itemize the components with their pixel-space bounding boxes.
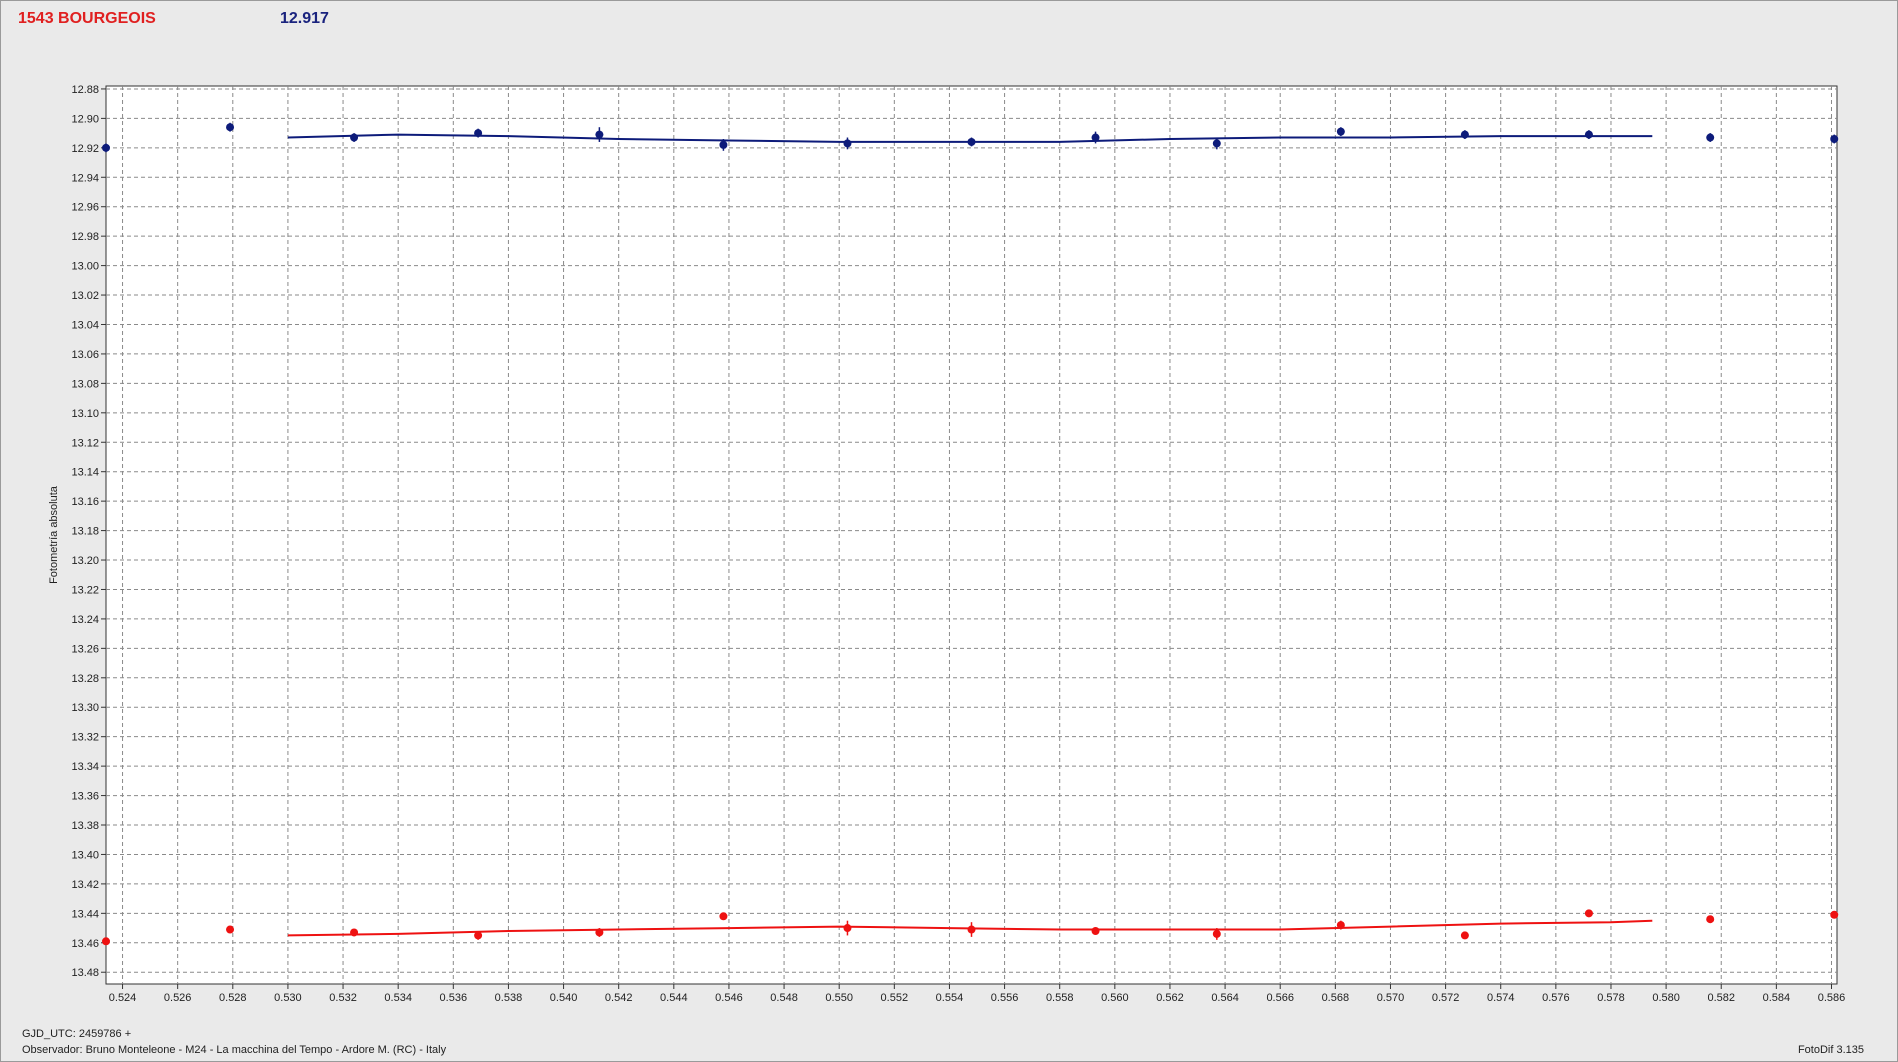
data-point: [595, 131, 603, 139]
data-point: [1585, 909, 1593, 917]
data-point: [1706, 915, 1714, 923]
x-tick-label: 0.546: [715, 992, 743, 1004]
x-tick-label: 0.556: [991, 992, 1019, 1004]
x-tick-label: 0.558: [1046, 992, 1074, 1004]
y-tick-label: 13.38: [71, 820, 99, 832]
plot-area: [106, 86, 1837, 984]
light-curve-chart: 0.524 0.526 0.528 0.530 0.532 0.534 0.536 0.538…: [0, 0, 1898, 1062]
data-point: [1092, 927, 1100, 935]
y-tick-label: 13.06: [71, 349, 99, 361]
x-tick-label: 0.566: [1266, 992, 1294, 1004]
data-point: [226, 926, 234, 934]
x-tick-label: 0.580: [1652, 992, 1680, 1004]
x-tick-label: 0.552: [881, 992, 909, 1004]
data-point: [226, 123, 234, 131]
data-point: [719, 912, 727, 920]
x-tick-label: 0.564: [1211, 992, 1239, 1004]
y-tick-label: 13.32: [71, 732, 99, 744]
y-tick-label: 13.48: [71, 967, 99, 979]
data-point: [102, 937, 110, 945]
y-tick-label: 13.34: [71, 761, 99, 773]
x-tick-label: 0.576: [1542, 992, 1570, 1004]
data-point: [968, 926, 976, 934]
x-tick-label: 0.560: [1101, 992, 1129, 1004]
data-point: [1213, 930, 1221, 938]
x-tick-label: 0.578: [1597, 992, 1625, 1004]
x-tick-label: 0.524: [109, 992, 137, 1004]
x-tick-label: 0.586: [1818, 992, 1846, 1004]
y-tick-label: 13.44: [71, 908, 99, 920]
data-point: [350, 928, 358, 936]
data-point: [1830, 911, 1838, 919]
version-label: FotoDif 3.135: [1798, 1044, 1864, 1056]
data-point: [595, 928, 603, 936]
x-tick-label: 0.538: [495, 992, 523, 1004]
y-tick-label: 13.14: [71, 467, 99, 479]
y-tick-label: 12.98: [71, 231, 99, 243]
y-tick-label: 13.22: [71, 584, 99, 596]
y-tick-label: 12.88: [71, 84, 99, 96]
x-tick-label: 0.532: [329, 992, 357, 1004]
data-point: [1337, 128, 1345, 136]
y-tick-label: 12.92: [71, 143, 99, 155]
data-point: [350, 134, 358, 142]
y-tick-label: 12.90: [71, 113, 99, 125]
y-axis-label: Fotometría absoluta: [48, 485, 60, 584]
y-tick-label: 13.16: [71, 496, 99, 508]
gjd-label: GJD_UTC: 2459786 +: [22, 1028, 131, 1040]
x-tick-label: 0.568: [1322, 992, 1350, 1004]
x-tick-label: 0.582: [1707, 992, 1735, 1004]
data-point: [1092, 134, 1100, 142]
data-point: [968, 138, 976, 146]
x-tick-label: 0.584: [1763, 992, 1791, 1004]
y-tick-label: 13.40: [71, 849, 99, 861]
y-tick-label: 13.28: [71, 673, 99, 685]
y-tick-label: 12.94: [71, 172, 99, 184]
y-tick-label: 13.12: [71, 437, 99, 449]
x-tick-label: 0.536: [440, 992, 468, 1004]
y-tick-label: 13.02: [71, 290, 99, 302]
data-point: [1213, 139, 1221, 147]
data-point: [843, 924, 851, 932]
y-tick-label: 13.42: [71, 879, 99, 891]
y-tick-label: 13.36: [71, 791, 99, 803]
x-tick-label: 0.572: [1432, 992, 1460, 1004]
y-tick-label: 13.30: [71, 702, 99, 714]
y-tick-label: 12.96: [71, 202, 99, 214]
y-tick-label: 13.00: [71, 261, 99, 273]
x-tick-label: 0.528: [219, 992, 247, 1004]
x-tick-label: 0.544: [660, 992, 688, 1004]
x-tick-label: 0.574: [1487, 992, 1515, 1004]
data-point: [1461, 931, 1469, 939]
data-point: [1337, 921, 1345, 929]
data-point: [102, 144, 110, 152]
data-point: [1706, 134, 1714, 142]
x-tick-label: 0.554: [936, 992, 964, 1004]
data-point: [719, 141, 727, 149]
observer-label: Observador: Bruno Monteleone - M24 - La …: [22, 1044, 446, 1056]
data-point: [1830, 135, 1838, 143]
x-tick-label: 0.550: [825, 992, 853, 1004]
x-tick-label: 0.526: [164, 992, 192, 1004]
x-tick-label: 0.548: [770, 992, 798, 1004]
y-tick-label: 13.10: [71, 408, 99, 420]
y-tick-label: 13.26: [71, 643, 99, 655]
data-point: [1585, 131, 1593, 139]
x-tick-label: 0.562: [1156, 992, 1184, 1004]
data-point: [843, 139, 851, 147]
x-tick-label: 0.534: [384, 992, 412, 1004]
y-tick-label: 13.18: [71, 526, 99, 538]
y-tick-label: 13.24: [71, 614, 99, 626]
data-point: [474, 931, 482, 939]
data-point: [1461, 131, 1469, 139]
x-tick-label: 0.542: [605, 992, 633, 1004]
data-point: [474, 129, 482, 137]
y-tick-label: 13.46: [71, 938, 99, 950]
y-tick-label: 13.20: [71, 555, 99, 567]
y-tick-label: 13.08: [71, 378, 99, 390]
x-tick-label: 0.530: [274, 992, 302, 1004]
x-tick-label: 0.540: [550, 992, 578, 1004]
x-tick-label: 0.570: [1377, 992, 1405, 1004]
y-tick-label: 13.04: [71, 319, 99, 331]
